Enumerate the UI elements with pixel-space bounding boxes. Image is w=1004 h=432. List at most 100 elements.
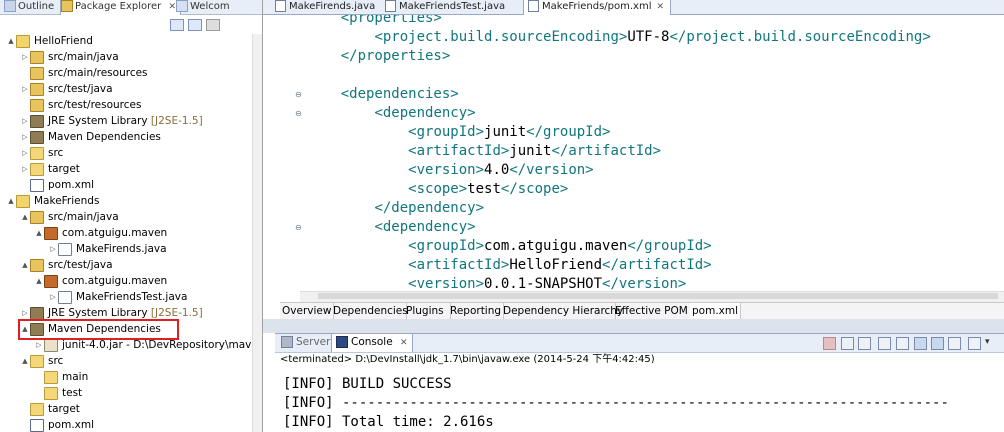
view-menu-chevron-icon[interactable]: ▾ (985, 337, 996, 348)
expanded-arrow-icon[interactable]: ▲ (6, 33, 16, 49)
collapsed-arrow-icon[interactable]: ▷ (20, 129, 30, 145)
collapsed-arrow-icon[interactable]: ▷ (20, 145, 30, 161)
scroll-lock-icon[interactable] (896, 337, 909, 350)
fold-toggle-icon[interactable]: ⊖ (295, 90, 302, 99)
tree-makefriendstest-java[interactable]: ▷ MakeFriendsTest.java (48, 289, 187, 305)
tree-mf-src-test-java[interactable]: ▲ src/test/java (20, 257, 113, 273)
pom-tab-dependencies[interactable]: Dependencies (331, 303, 408, 320)
project-hellofriend[interactable]: ▲ HelloFriend (6, 33, 93, 49)
tree-src-test-resources[interactable]: src/test/resources (20, 97, 141, 113)
collapsed-arrow-icon[interactable]: ▷ (20, 81, 30, 97)
tree-mf-src-test[interactable]: test (34, 385, 82, 401)
xml-text: 4.0 (484, 162, 510, 178)
xml-tag: <project.build.sourceEncoding> (374, 29, 628, 45)
source-folder-icon (30, 258, 44, 272)
tree-mf-src[interactable]: ▲ src (20, 353, 63, 369)
tree-makefirends-java[interactable]: ▷ MakeFirends.java (48, 241, 167, 257)
editor-scroll-thumb[interactable] (318, 293, 998, 299)
java-file-icon (275, 0, 286, 12)
pom-tab-effective-pom[interactable]: Effective POM (613, 303, 693, 320)
clear-console-icon[interactable] (878, 337, 891, 350)
tree-mf-src-main-java[interactable]: ▲ src/main/java (20, 209, 119, 225)
tree-mf-pom-xml[interactable]: pom.xml (20, 417, 94, 432)
tree-src-test-java[interactable]: ▷ src/test/java (20, 81, 113, 97)
remove-launch-icon[interactable] (841, 337, 854, 350)
fold-toggle-icon[interactable]: ⊖ (295, 109, 302, 118)
show-on-stdout-icon[interactable] (914, 337, 927, 350)
xml-tag: </artifactId> (551, 143, 662, 159)
pane-divider[interactable] (263, 319, 1004, 333)
tree-vertical-scrollbar[interactable] (252, 34, 262, 432)
tree-src[interactable]: ▷ src (20, 145, 63, 161)
tree-item-label: src/test/java (48, 259, 113, 271)
expanded-arrow-icon[interactable]: ▲ (20, 209, 30, 225)
xml-file-icon (30, 418, 44, 432)
folder-icon (30, 146, 44, 160)
xml-code-editor[interactable]: <properties> <project.build.sourceEncodi… (285, 15, 1004, 291)
project-makefriends[interactable]: ▲ MakeFriends (6, 193, 99, 209)
collapse-all-icon[interactable] (170, 19, 184, 31)
tree-src-main-java[interactable]: ▷ src/main/java (20, 49, 119, 65)
tree-mf-src-main[interactable]: main (34, 369, 88, 385)
editor-tab-0[interactable]: MakeFirends.java (271, 0, 377, 14)
expanded-arrow-icon[interactable]: ▲ (34, 225, 44, 241)
java-file-icon (58, 242, 72, 256)
editor-tab-2[interactable]: MakeFriends/pom.xml ✕ (523, 0, 671, 15)
tree-maven-dependencies[interactable]: ▷ Maven Dependencies (20, 129, 161, 145)
close-icon[interactable]: ✕ (400, 338, 408, 348)
expanded-arrow-icon[interactable]: ▲ (20, 353, 30, 369)
pom-tab-dependency-hierarchy[interactable]: Dependency Hierarchy (501, 303, 623, 320)
console-output[interactable]: [INFO] BUILD SUCCESS [INFO] -------------… (280, 369, 1004, 432)
collapsed-arrow-icon[interactable]: ▷ (20, 113, 30, 129)
view-menu-icon[interactable] (206, 19, 220, 31)
tab-outline[interactable]: Outline (4, 0, 54, 14)
tab-console[interactable]: Console ✕ (331, 334, 413, 352)
link-with-editor-icon[interactable] (188, 19, 202, 31)
tree-mf-package-test[interactable]: ▲ com.atguigu.maven (34, 273, 167, 289)
close-icon[interactable]: ✕ (168, 2, 176, 12)
tree-mf-target[interactable]: target (20, 401, 80, 417)
tree-item-label: target (48, 163, 80, 175)
close-icon[interactable]: ✕ (657, 2, 665, 12)
pom-tab-plugins[interactable]: Plugins (404, 303, 451, 320)
xml-text: UTF-8 (627, 29, 670, 45)
tab-package-explorer[interactable]: Package Explorer ✕ (60, 0, 181, 15)
project-icon (16, 194, 30, 208)
tree-jre-system-library[interactable]: ▷ JRE System Library [J2SE-1.5] (20, 113, 203, 129)
tab-servers[interactable]: Servers (281, 334, 336, 352)
collapsed-arrow-icon[interactable]: ▷ (20, 49, 30, 65)
collapsed-arrow-icon[interactable]: ▷ (48, 241, 58, 257)
tree-pom-xml[interactable]: pom.xml (20, 177, 94, 193)
left-view-tabs: Outline Package Explorer ✕ Welcom (0, 0, 262, 15)
tab-welcome[interactable]: Welcom (176, 0, 230, 14)
pom-tab-overview[interactable]: Overview (280, 303, 334, 320)
expanded-arrow-icon[interactable]: ▲ (6, 193, 16, 209)
tree-src-main-resources[interactable]: src/main/resources (20, 65, 148, 81)
code-line: <properties> (307, 15, 442, 28)
remove-all-icon[interactable] (858, 337, 871, 350)
code-line: <dependencies> (307, 85, 459, 104)
tree-target[interactable]: ▷ target (20, 161, 80, 177)
show-on-stderr-icon[interactable] (931, 337, 944, 350)
pin-console-icon[interactable] (948, 337, 961, 350)
fold-toggle-icon[interactable]: ⊖ (295, 223, 302, 232)
expanded-arrow-icon[interactable]: ▲ (34, 273, 44, 289)
pom-tab-reporting[interactable]: Reporting (448, 303, 504, 320)
xml-text: test (467, 181, 501, 197)
collapsed-arrow-icon[interactable]: ▷ (48, 289, 58, 305)
open-console-icon[interactable] (968, 337, 981, 350)
editor-tab-label: MakeFriends/pom.xml (542, 1, 652, 12)
pom-tab-pom-xml[interactable]: pom.xml (690, 303, 741, 320)
collapsed-arrow-icon[interactable]: ▷ (20, 161, 30, 177)
code-line: <project.build.sourceEncoding>UTF-8</pro… (307, 28, 930, 47)
tree-item-label: src/test/resources (48, 99, 142, 111)
tree-item-label: src (48, 147, 64, 159)
terminate-icon[interactable] (823, 337, 836, 350)
tree-mf-package-main[interactable]: ▲ com.atguigu.maven (34, 225, 167, 241)
editor-tab-1[interactable]: MakeFriendsTest.java (381, 0, 519, 14)
expanded-arrow-icon[interactable]: ▲ (20, 257, 30, 273)
xml-tag: <properties> (340, 15, 442, 26)
